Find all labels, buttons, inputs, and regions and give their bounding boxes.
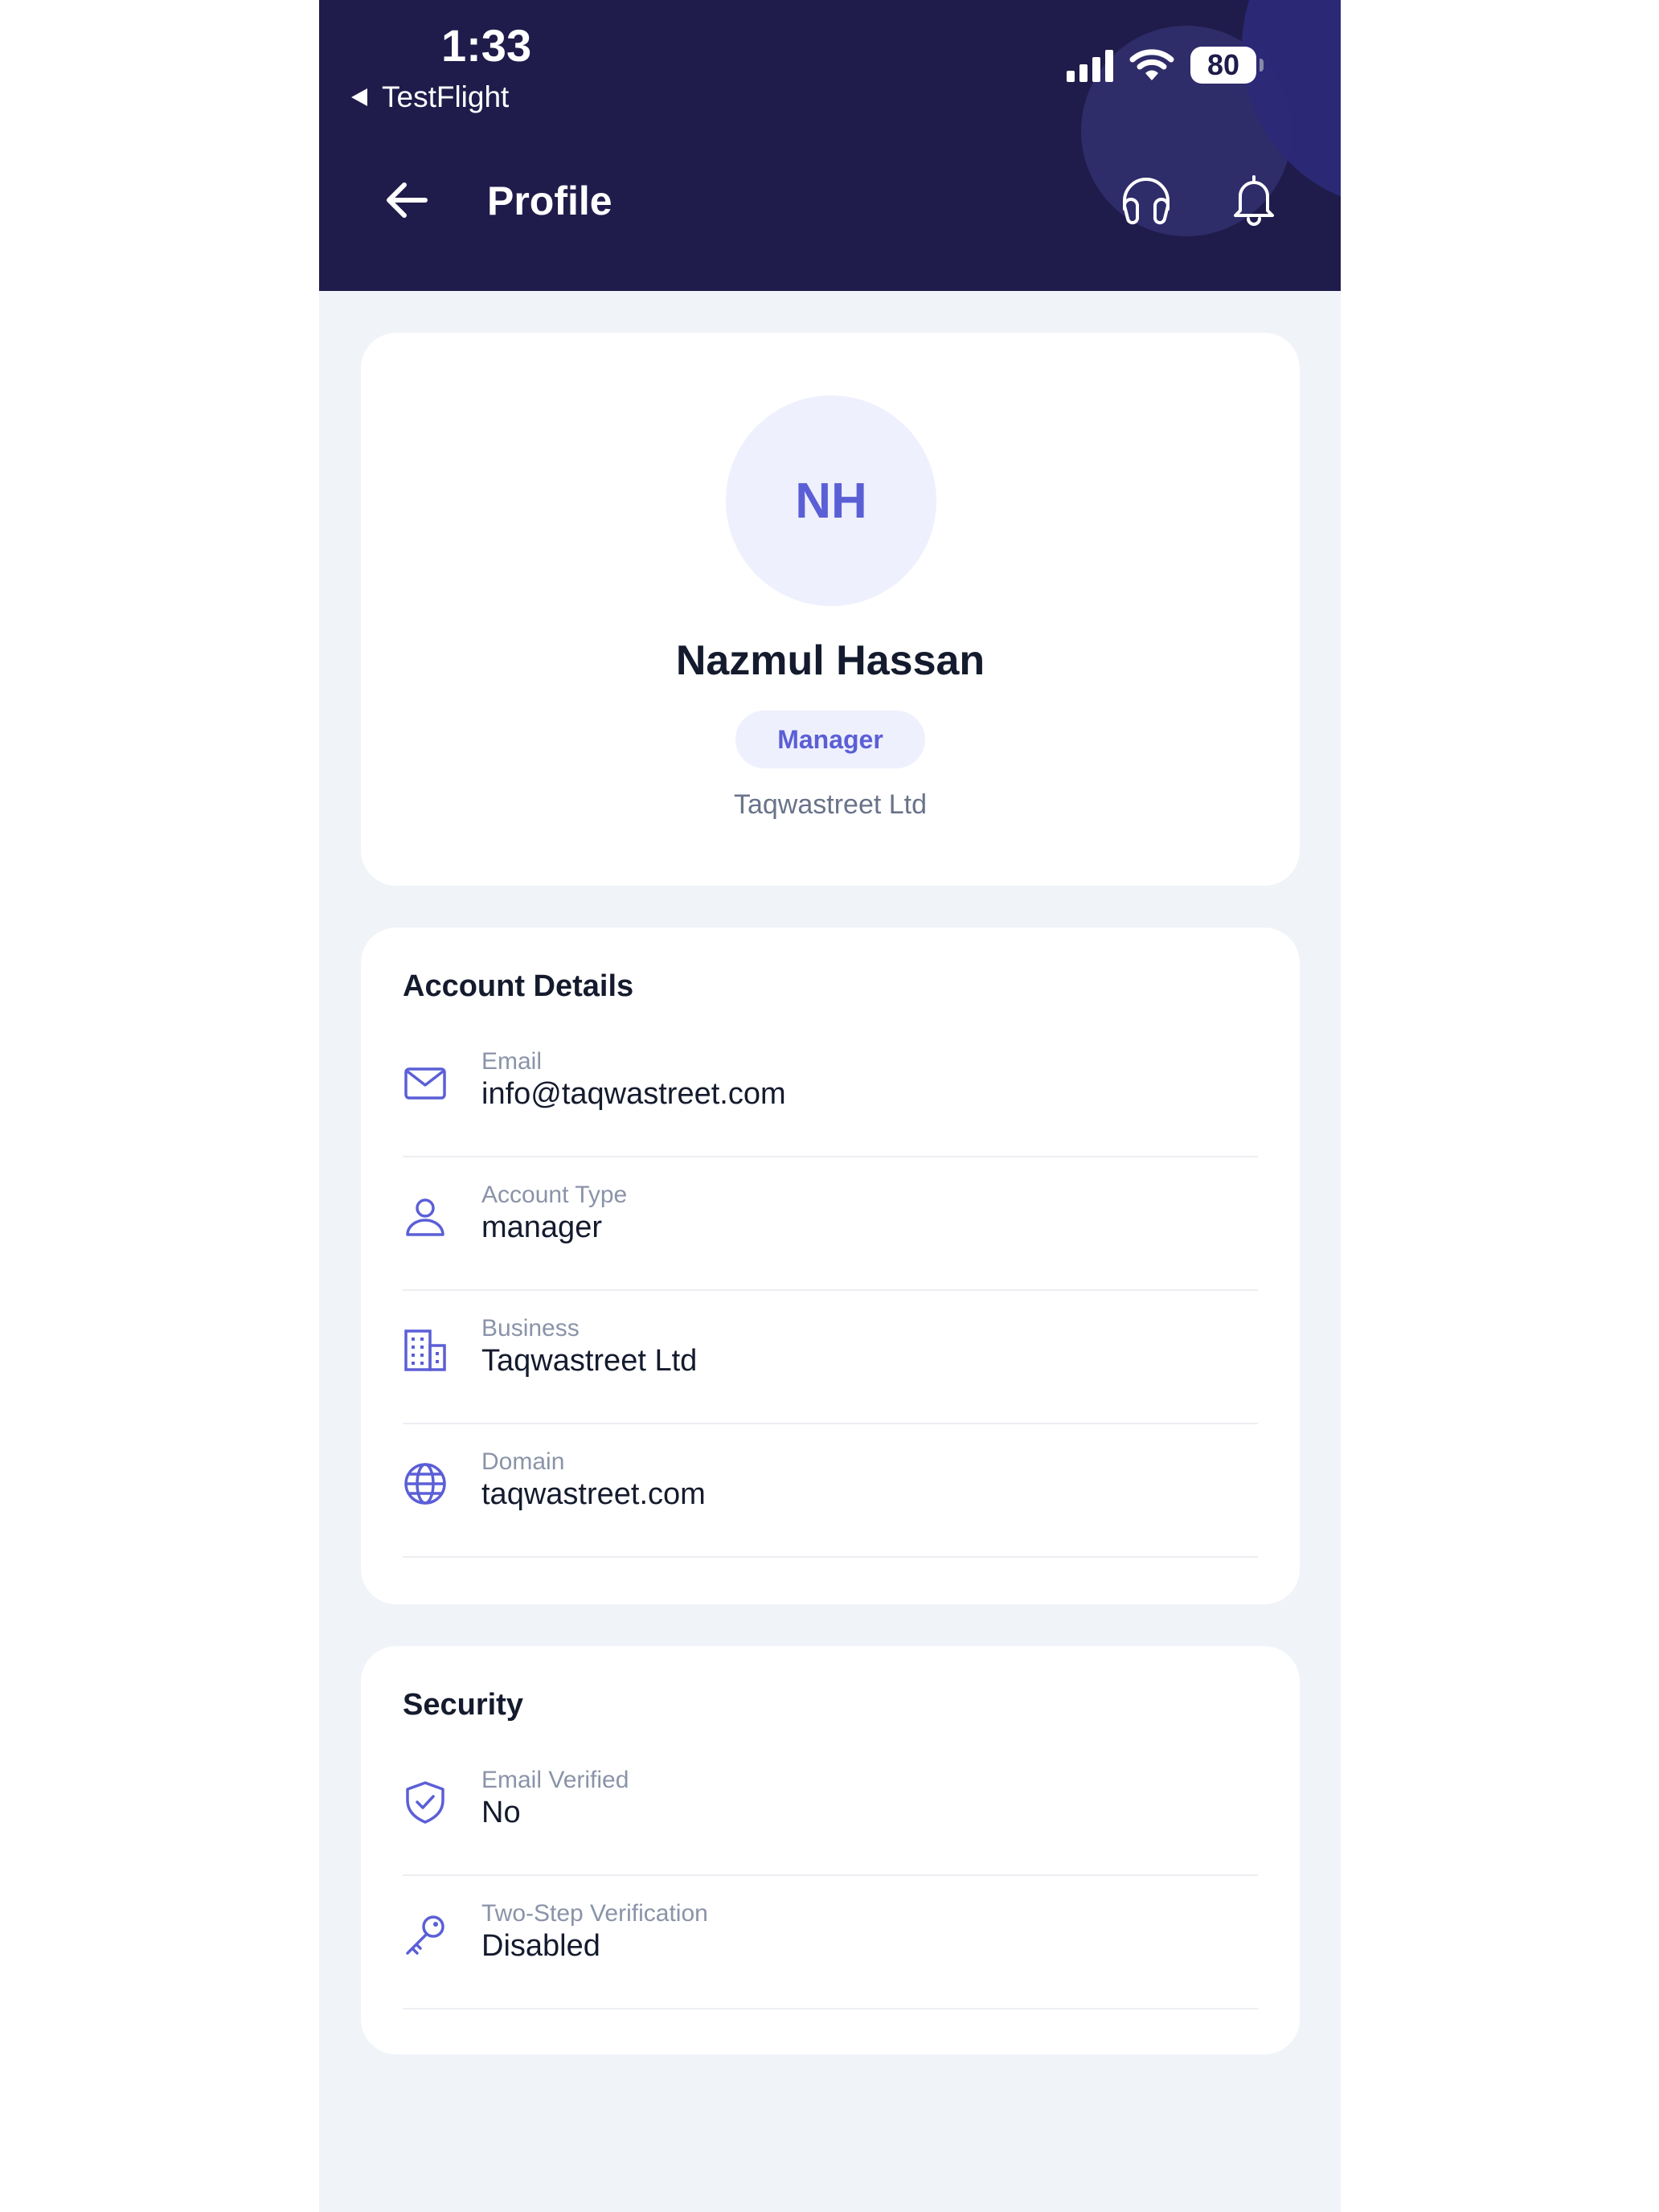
key-icon [406, 1915, 444, 1955]
battery-level: 80 [1206, 48, 1240, 81]
app-screen: 1:33 TestFlight 80 Profile NH Nazmul Has… [319, 0, 1341, 2212]
row-value: Taqwastreet Ltd [481, 1344, 698, 1378]
avatar-initials: NH [795, 473, 867, 529]
user-icon [406, 1198, 444, 1236]
row-label: Account Type [481, 1182, 628, 1208]
status-icons: 80 [1067, 47, 1264, 84]
account-details-card: Account Details Email info@taqwastreet.c… [361, 928, 1300, 1604]
back-to-app-link[interactable]: TestFlight [351, 80, 509, 114]
row-label: Two-Step Verification [481, 1900, 708, 1927]
row-label: Domain [481, 1448, 565, 1475]
row-label: Email Verified [481, 1767, 629, 1793]
security-card: Security Email Verified No Two-Step Veri… [361, 1646, 1300, 2054]
battery-icon: 80 [1190, 47, 1264, 84]
bell-icon[interactable] [1226, 172, 1282, 228]
shield-check-icon [406, 1781, 444, 1824]
row-value: taqwastreet.com [481, 1477, 706, 1511]
globe-icon [404, 1463, 446, 1505]
profile-company: Taqwastreet Ltd [733, 789, 928, 820]
wifi-icon [1129, 49, 1174, 80]
status-time: 1:33 [441, 20, 532, 71]
row-label: Business [481, 1315, 580, 1342]
detail-row-account-type: Account Type manager [403, 1157, 1258, 1291]
cellular-signal-icon [1067, 48, 1113, 82]
row-label: Email [481, 1048, 543, 1075]
detail-row-email: Email info@taqwastreet.com [403, 1024, 1258, 1157]
profile-name: Nazmul Hassan [675, 637, 985, 684]
row-value: info@taqwastreet.com [481, 1077, 786, 1111]
page-title: Profile [487, 178, 612, 223]
headphones-icon[interactable] [1118, 172, 1174, 228]
section-title: Security [403, 1688, 523, 1722]
back-app-label: TestFlight [382, 80, 510, 113]
back-triangle-icon [351, 88, 367, 106]
row-value: Disabled [481, 1929, 600, 1963]
profile-card: NH Nazmul Hassan Manager Taqwastreet Ltd [361, 333, 1300, 886]
row-value: No [481, 1796, 521, 1829]
role-badge: Manager [735, 711, 925, 768]
mail-icon [404, 1067, 446, 1100]
avatar: NH [726, 395, 936, 606]
detail-row-domain: Domain taqwastreet.com [403, 1424, 1258, 1558]
detail-row-business: Business Taqwastreet Ltd [403, 1291, 1258, 1424]
row-value: manager [481, 1210, 602, 1244]
detail-row-email-verified: Email Verified No [403, 1743, 1258, 1876]
detail-row-two-step: Two-Step Verification Disabled [403, 1876, 1258, 2009]
header: 1:33 TestFlight 80 Profile [319, 0, 1341, 291]
back-arrow-icon[interactable] [382, 175, 432, 225]
section-title: Account Details [403, 969, 634, 1003]
building-icon [404, 1329, 446, 1371]
